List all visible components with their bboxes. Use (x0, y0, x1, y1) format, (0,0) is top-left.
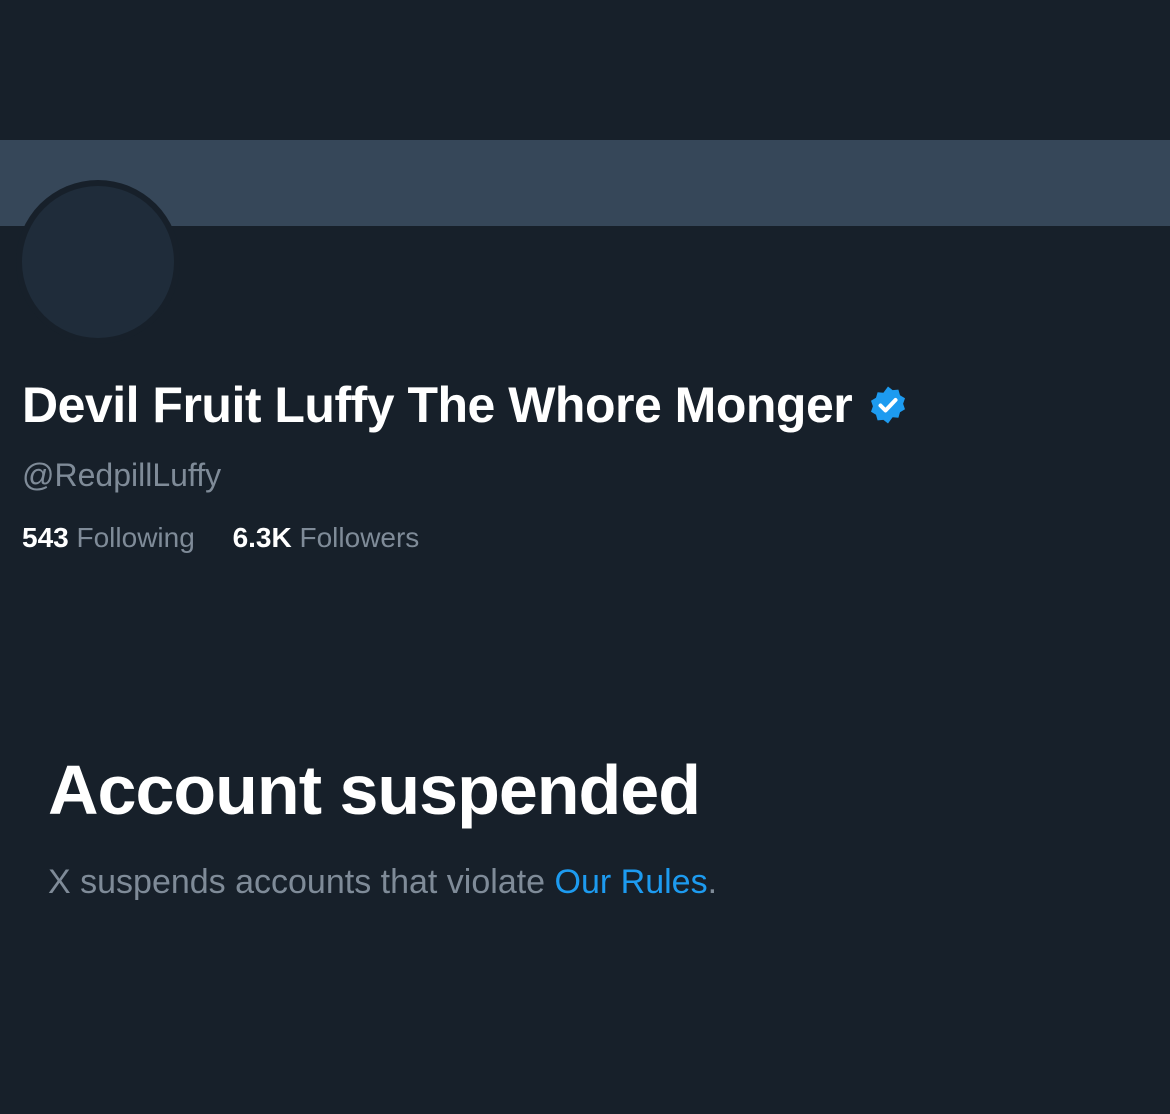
verified-badge-icon[interactable] (868, 385, 908, 425)
top-bar (0, 0, 1170, 140)
profile-banner[interactable] (0, 140, 1170, 226)
suspended-message: X suspends accounts that violate Our Rul… (48, 860, 717, 904)
suspended-message-text: X suspends accounts that violate (48, 863, 555, 901)
suspended-message-period: . (707, 863, 718, 901)
profile-handle: @RedpillLuffy (22, 457, 222, 493)
profile-name-row: Devil Fruit Luffy The Whore Monger (22, 374, 908, 436)
profile-stats: 543 Following 6.3K Followers (22, 520, 449, 556)
following-label: Following (76, 522, 195, 553)
followers-stat[interactable]: 6.3K Followers (233, 520, 420, 556)
followers-count: 6.3K (232, 522, 292, 553)
suspended-title: Account suspended (48, 751, 701, 829)
our-rules-link[interactable]: Our Rules (555, 863, 708, 901)
following-count: 543 (22, 522, 69, 553)
followers-label: Followers (299, 522, 420, 553)
display-name: Devil Fruit Luffy The Whore Monger (22, 377, 853, 433)
avatar[interactable] (22, 186, 174, 338)
following-stat[interactable]: 543 Following (22, 520, 195, 556)
